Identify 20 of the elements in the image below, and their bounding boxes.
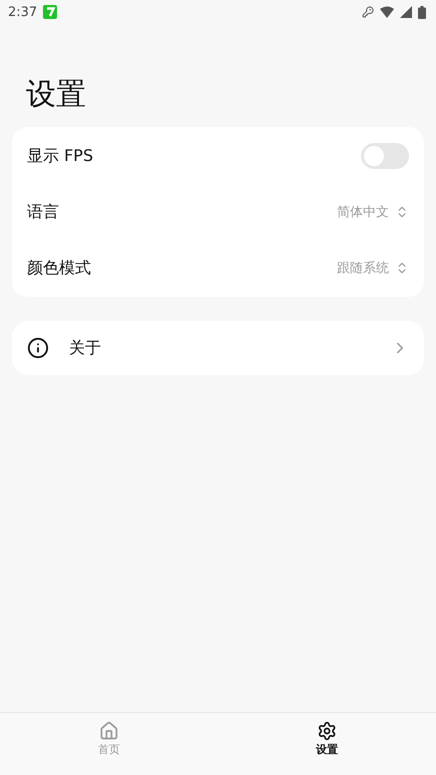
setting-value[interactable]: 简体中文 (337, 203, 389, 221)
wifi-icon (380, 6, 394, 18)
setting-label: 颜色模式 (27, 258, 92, 278)
setting-value[interactable]: 跟随系统 (337, 259, 389, 277)
battery-icon (418, 6, 426, 18)
setting-label: 显示 FPS (27, 146, 94, 166)
home-icon (99, 721, 119, 741)
notification-icon (43, 5, 58, 19)
signal-icon (400, 6, 412, 18)
settings-icon (317, 721, 337, 741)
setting-label: 语言 (27, 202, 60, 222)
status-time: 2:37 (8, 4, 38, 20)
nav-tab[interactable]: 首页 (0, 713, 218, 775)
nav-tab[interactable]: 设置 (218, 713, 436, 775)
key-icon (362, 6, 374, 18)
fps-switch[interactable] (361, 143, 409, 169)
about-label: 关于 (69, 338, 102, 358)
page-title: 设置 (26, 76, 87, 114)
about-card[interactable]: 关于 (12, 321, 424, 375)
info-icon (27, 337, 49, 359)
